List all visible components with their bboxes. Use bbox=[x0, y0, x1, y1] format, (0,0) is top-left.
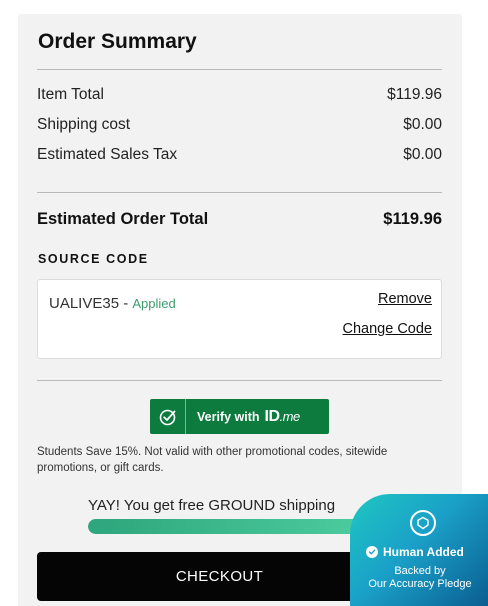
human-added-label: Human Added bbox=[366, 545, 464, 559]
check-circle-icon bbox=[150, 399, 186, 434]
free-shipping-message: YAY! You get free GROUND shipping bbox=[88, 497, 336, 514]
order-total-row: Estimated Order Total $119.96 bbox=[37, 210, 442, 229]
free-shipping-progress-fill bbox=[88, 519, 392, 534]
code-separator: - bbox=[119, 295, 133, 312]
divider bbox=[37, 380, 442, 381]
verify-label: Verify with bbox=[197, 409, 260, 424]
idme-suffix: .me bbox=[279, 408, 301, 424]
human-added-text: Human Added bbox=[383, 545, 464, 559]
accuracy-pledge-badge[interactable]: Human Added Backed by Our Accuracy Pledg… bbox=[350, 494, 488, 606]
order-total-label: Estimated Order Total bbox=[37, 210, 209, 228]
source-code-value: UALIVE35 bbox=[49, 295, 120, 312]
accuracy-pledge-text: Backed by Our Accuracy Pledge bbox=[350, 565, 488, 590]
student-discount-note: Students Save 15%. Not valid with other … bbox=[37, 446, 388, 474]
sales-tax-row: Estimated Sales Tax $0.00 bbox=[37, 146, 442, 164]
order-summary-title: Order Summary bbox=[38, 30, 197, 53]
shipping-cost-row: Shipping cost $0.00 bbox=[37, 116, 442, 134]
order-total-value: $119.96 bbox=[383, 210, 442, 228]
shipping-cost-label: Shipping cost bbox=[37, 116, 131, 133]
sales-tax-label: Estimated Sales Tax bbox=[37, 146, 178, 163]
remove-code-link[interactable]: Remove bbox=[378, 291, 432, 307]
shield-icon bbox=[410, 510, 436, 536]
shipping-cost-value: $0.00 bbox=[403, 116, 442, 133]
checkout-label: CHECKOUT bbox=[175, 568, 264, 585]
applied-status: Applied bbox=[132, 296, 176, 311]
pledge-text: Our Accuracy Pledge bbox=[368, 577, 472, 590]
source-code-heading: SOURCE CODE bbox=[38, 252, 149, 266]
check-icon bbox=[366, 546, 378, 558]
item-total-value: $119.96 bbox=[387, 86, 442, 103]
applied-code: UALIVE35 - Applied bbox=[49, 295, 176, 312]
change-code-link[interactable]: Change Code bbox=[343, 321, 433, 337]
backed-by-text: Backed by bbox=[394, 565, 446, 577]
idme-logo: ID.me bbox=[264, 407, 301, 426]
divider bbox=[37, 69, 442, 70]
item-total-label: Item Total bbox=[37, 86, 104, 103]
free-shipping-progress bbox=[88, 519, 392, 534]
idme-brand: ID bbox=[264, 407, 281, 425]
source-code-box: UALIVE35 - Applied Remove Change Code bbox=[37, 279, 442, 359]
divider bbox=[37, 192, 442, 193]
sales-tax-value: $0.00 bbox=[403, 146, 442, 163]
verify-idme-button[interactable]: Verify with ID.me bbox=[150, 399, 329, 434]
item-total-row: Item Total $119.96 bbox=[37, 86, 442, 104]
